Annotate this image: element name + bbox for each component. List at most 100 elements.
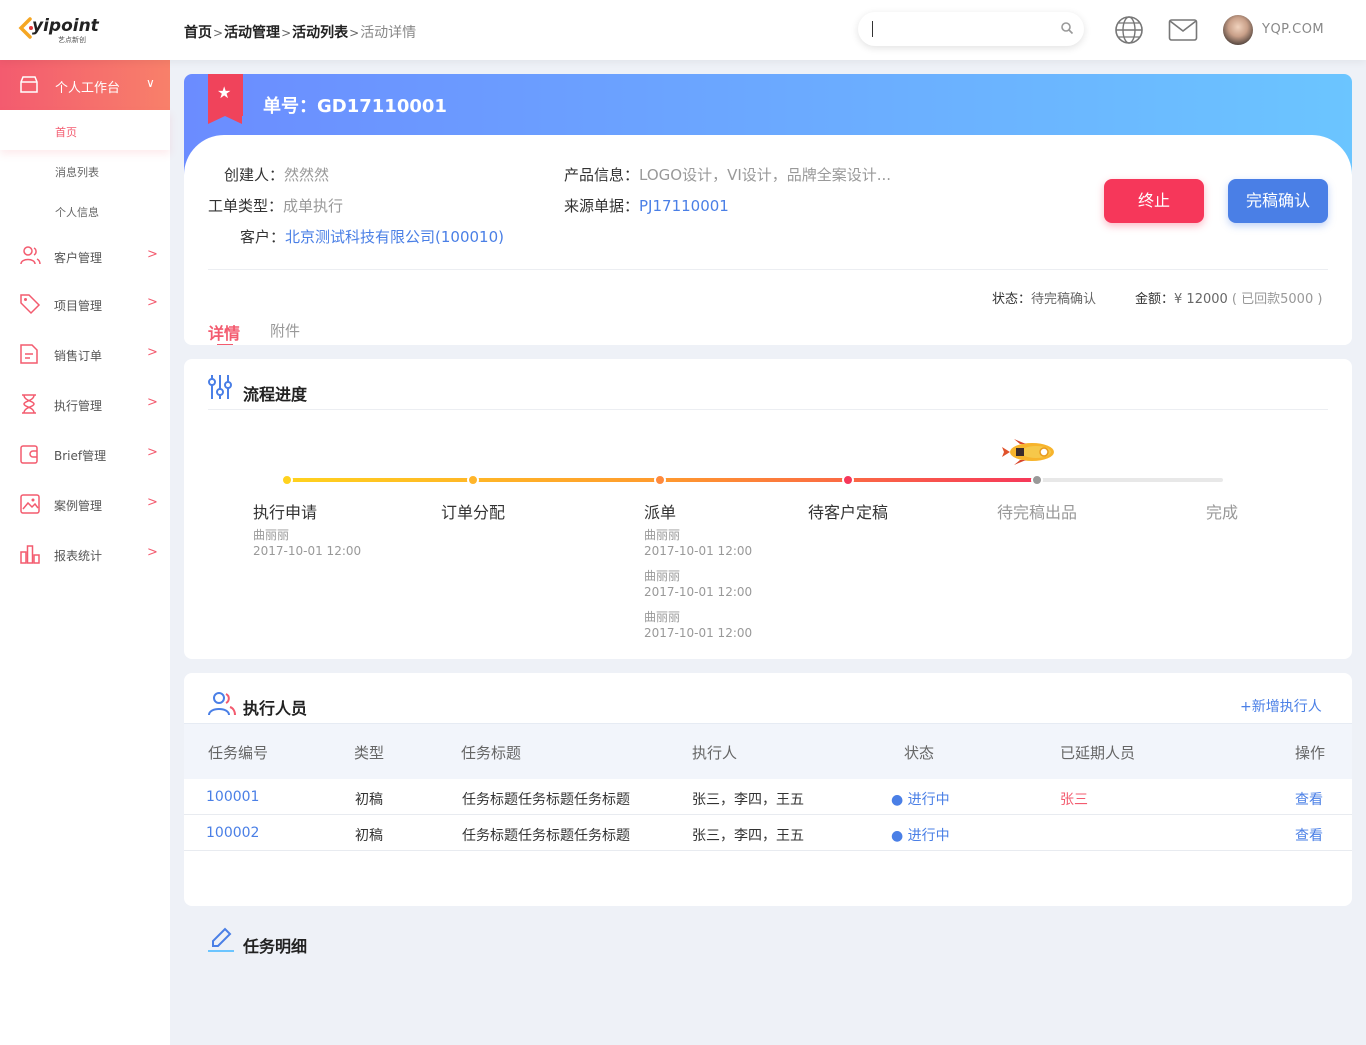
bar-chart-icon bbox=[20, 545, 40, 564]
breadcrumb-activity-list[interactable]: 活动列表 bbox=[292, 25, 348, 41]
view-link[interactable]: 查看 bbox=[1295, 789, 1323, 809]
ribbon-badge: ★ bbox=[208, 74, 243, 124]
task-executors: 张三，李四，王五 bbox=[692, 828, 804, 844]
stage-log: 曲丽丽 2017-10-01 12:00 bbox=[644, 527, 752, 559]
stage-dot bbox=[654, 474, 666, 486]
tab-attachments[interactable]: 附件 bbox=[270, 320, 300, 341]
col-status: 状态 bbox=[904, 744, 935, 762]
rocket-icon bbox=[1002, 439, 1054, 465]
add-executor-button[interactable]: +新增执行人 bbox=[1240, 696, 1322, 716]
sidebar-item-label: 报表统计 bbox=[54, 549, 103, 563]
stage-dot bbox=[1031, 474, 1043, 486]
stage-log: 曲丽丽 2017-10-01 12:00 bbox=[253, 527, 361, 559]
star-icon: ★ bbox=[217, 83, 232, 102]
divider bbox=[208, 409, 1328, 410]
search-box[interactable] bbox=[858, 12, 1084, 46]
breadcrumb-separator: > bbox=[349, 26, 360, 40]
mail-icon[interactable] bbox=[1168, 18, 1198, 42]
task-type: 初稿 bbox=[355, 792, 383, 808]
sidebar-item-workbench[interactable]: 个人工作台 ∨ bbox=[0, 60, 170, 110]
sidebar-item-reports[interactable]: 报表统计 > bbox=[0, 529, 170, 579]
order-header-card: ★ 单号：GD17110001 创建人：然然然 工单类型：成单执行 客户：北京测… bbox=[184, 74, 1352, 345]
stage-dot bbox=[467, 474, 479, 486]
sidebar-item-label: 项目管理 bbox=[54, 299, 103, 313]
hourglass-icon bbox=[22, 394, 36, 414]
breadcrumb-activity-mgmt[interactable]: 活动管理 bbox=[224, 25, 280, 41]
delayed-person: 张三 bbox=[1060, 792, 1088, 808]
sidebar-sub-profile[interactable]: 个人信息 bbox=[0, 190, 170, 230]
stage-label: 派单 bbox=[644, 503, 677, 522]
log-time: 2017-10-01 12:00 bbox=[253, 544, 362, 558]
sidebar-item-execution[interactable]: 执行管理 > bbox=[0, 379, 170, 429]
table-row: 100002 初稿 任务标题任务标题任务标题 张三，李四，王五 ● 进行中 查看 bbox=[184, 815, 1352, 851]
source-field: 来源单据：PJ17110001 bbox=[564, 195, 729, 216]
stage-dot bbox=[842, 474, 854, 486]
sidebar-item-brief[interactable]: Brief管理 > bbox=[0, 429, 170, 479]
task-id-link[interactable]: 100002 bbox=[206, 825, 259, 841]
col-actions: 操作 bbox=[1295, 744, 1326, 762]
user-name[interactable]: YQP.COM bbox=[1262, 22, 1324, 37]
status-field: 状态：待完稿确认 bbox=[992, 288, 1096, 307]
sidebar-item-label: 执行管理 bbox=[54, 399, 103, 413]
sidebar-item-label: 案例管理 bbox=[54, 499, 103, 513]
task-detail-title: 任务明细 bbox=[243, 937, 308, 956]
logo-text: yipoint bbox=[32, 16, 99, 36]
breadcrumb: 首页>活动管理>活动列表>活动详情 bbox=[184, 22, 416, 42]
sidebar-sub-label: 首页 bbox=[55, 126, 77, 139]
logo-subtext: 艺点新创 bbox=[58, 36, 86, 44]
sidebar-item-projects[interactable]: 项目管理 > bbox=[0, 279, 170, 329]
sidebar-item-label: 个人工作台 bbox=[55, 81, 121, 96]
sidebar-item-sales-orders[interactable]: 销售订单 > bbox=[0, 329, 170, 379]
task-title: 任务标题任务标题任务标题 bbox=[462, 792, 630, 808]
stage-label: 执行申请 bbox=[253, 503, 318, 522]
table-row: 100001 初稿 任务标题任务标题任务标题 张三，李四，王五 ● 进行中 张三… bbox=[184, 779, 1352, 815]
avatar[interactable] bbox=[1223, 15, 1253, 45]
sidebar-item-cases[interactable]: 案例管理 > bbox=[0, 479, 170, 529]
chevron-down-icon: ∨ bbox=[146, 76, 155, 90]
executors-title: 执行人员 bbox=[243, 699, 308, 718]
customer-label: 客户： bbox=[240, 228, 286, 246]
view-link[interactable]: 查看 bbox=[1295, 825, 1323, 845]
confirm-final-button[interactable]: 完稿确认 bbox=[1228, 179, 1328, 223]
task-executors: 张三，李四，王五 bbox=[692, 792, 804, 808]
globe-icon[interactable] bbox=[1114, 15, 1144, 45]
customer-link[interactable]: 北京测试科技有限公司(100010) bbox=[285, 228, 504, 246]
product-value: LOGO设计，VI设计，品牌全案设计... bbox=[639, 166, 892, 184]
wallet-icon bbox=[20, 445, 38, 464]
stage-label: 待客户定稿 bbox=[808, 503, 889, 522]
chevron-right-icon: > bbox=[147, 545, 158, 560]
stage-log: 曲丽丽 2017-10-01 12:00 bbox=[644, 609, 752, 641]
breadcrumb-home[interactable]: 首页 bbox=[184, 25, 212, 41]
amount-field: 金额：¥ 12000 ( 已回款5000 ) bbox=[1135, 288, 1322, 307]
creator-field: 创建人：然然然 bbox=[224, 164, 329, 185]
chevron-right-icon: > bbox=[147, 395, 158, 410]
task-id-link[interactable]: 100001 bbox=[206, 789, 259, 805]
sidebar-item-label: 客户管理 bbox=[54, 251, 103, 265]
image-icon bbox=[20, 494, 40, 514]
tab-details[interactable]: 详情 bbox=[208, 320, 240, 345]
col-type: 类型 bbox=[354, 744, 385, 762]
logo[interactable]: yipoint 艺点新创 bbox=[18, 14, 99, 46]
order-type-value: 成单执行 bbox=[283, 197, 344, 215]
stop-button[interactable]: 终止 bbox=[1104, 179, 1204, 223]
order-number: 单号：GD17110001 bbox=[263, 96, 447, 117]
sidebar-sub-messages[interactable]: 消息列表 bbox=[0, 150, 170, 190]
sidebar-sub-label: 个人信息 bbox=[55, 206, 99, 219]
status-label: 状态： bbox=[992, 292, 1032, 307]
log-user: 曲丽丽 bbox=[644, 569, 681, 583]
sidebar: 个人工作台 ∨ 首页 消息列表 个人信息 客户管理 > 项目管理 > 销售订单 … bbox=[0, 60, 170, 1045]
sidebar-sub-home[interactable]: 首页 bbox=[0, 110, 170, 150]
source-link[interactable]: PJ17110001 bbox=[639, 197, 729, 215]
tag-icon bbox=[20, 294, 41, 315]
sidebar-item-customers[interactable]: 客户管理 > bbox=[0, 231, 170, 281]
task-type: 初稿 bbox=[355, 828, 383, 844]
log-user: 曲丽丽 bbox=[253, 528, 290, 542]
sliders-icon bbox=[208, 375, 232, 399]
sidebar-item-label: Brief管理 bbox=[54, 449, 107, 463]
sidebar-sub-label: 消息列表 bbox=[55, 166, 99, 179]
top-bar: yipoint 艺点新创 首页>活动管理>活动列表>活动详情 YQP.COM bbox=[0, 0, 1366, 60]
search-icon[interactable] bbox=[1060, 21, 1074, 35]
search-caret bbox=[872, 21, 873, 37]
col-task-title: 任务标题 bbox=[461, 744, 522, 762]
log-user: 曲丽丽 bbox=[644, 528, 681, 542]
